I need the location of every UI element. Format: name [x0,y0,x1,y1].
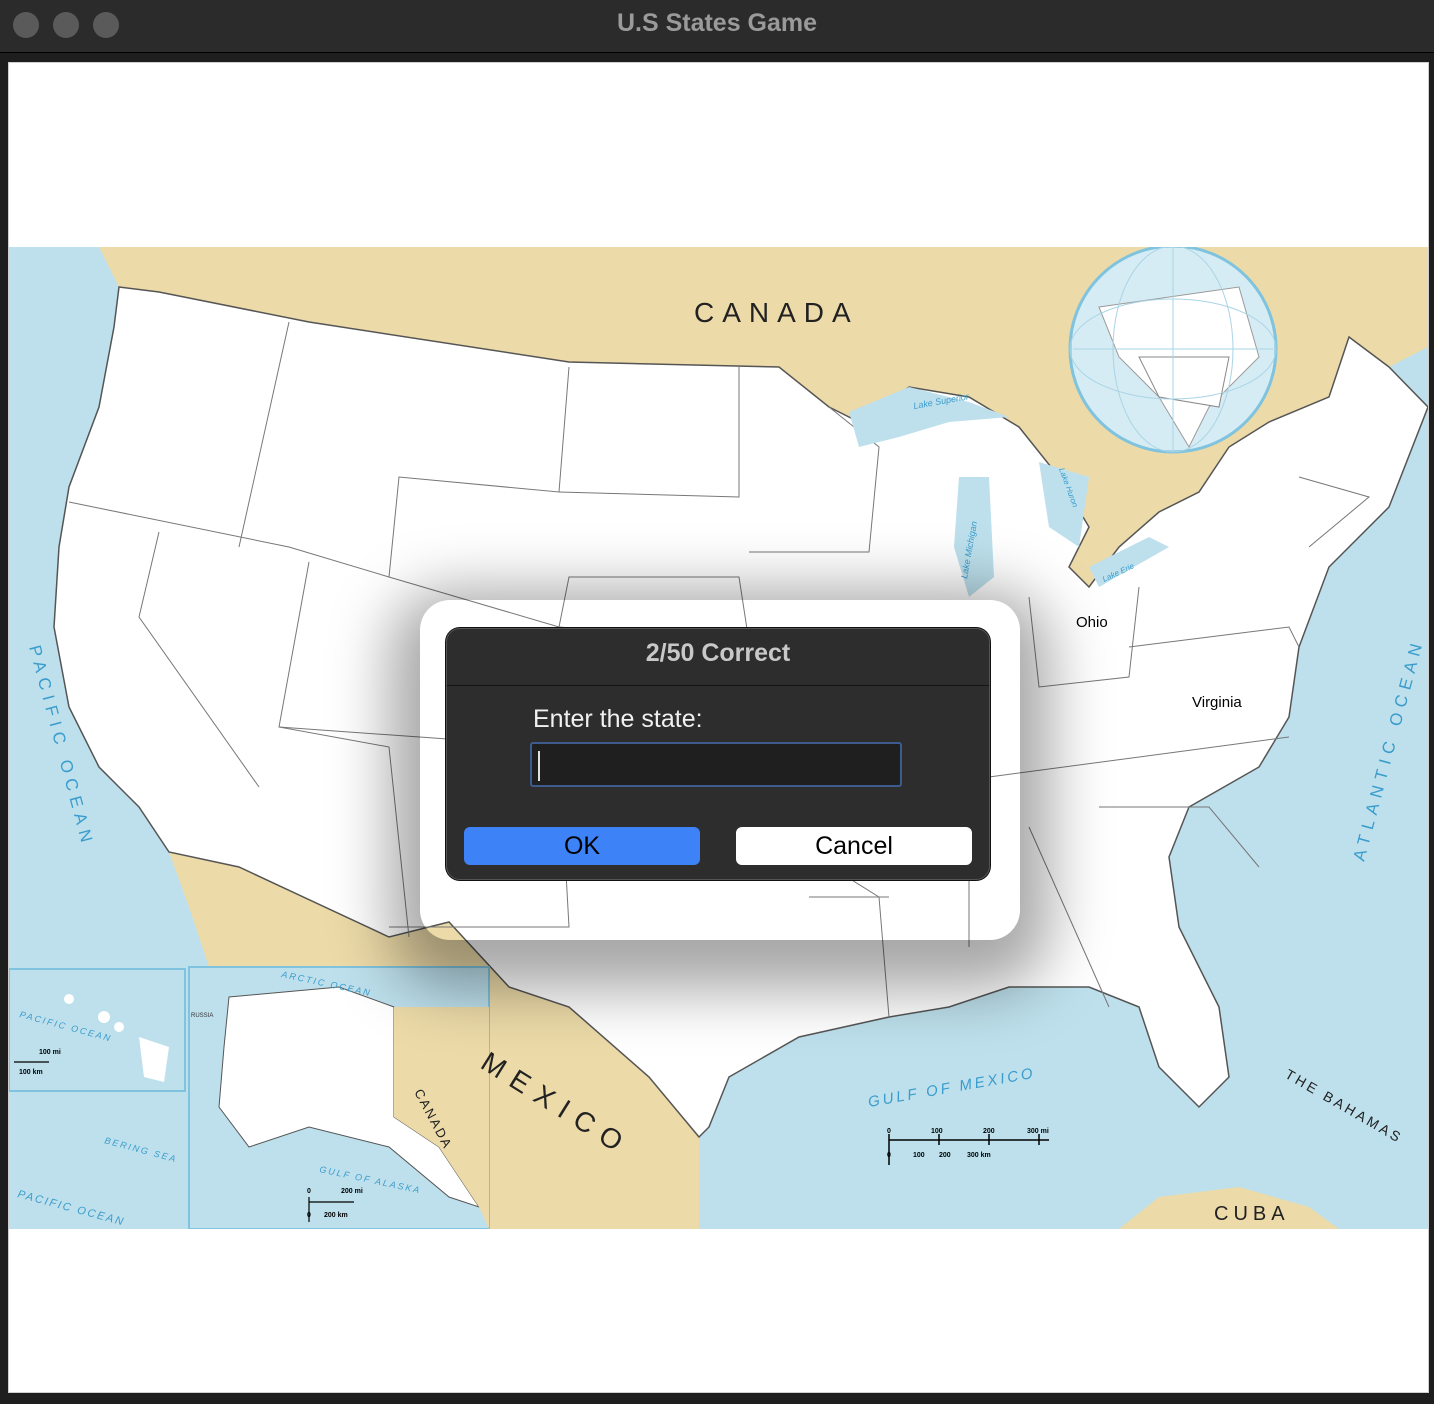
state-label-virginia: Virginia [1192,694,1242,711]
svg-text:100: 100 [931,1128,943,1135]
dialog-title: 2/50 Correct [645,639,791,667]
svg-text:100: 100 [913,1152,925,1159]
window-title: U.S States Game [616,9,818,37]
svg-text:200: 200 [939,1152,951,1159]
svg-text:200: 200 [983,1128,995,1135]
svg-text:100 mi: 100 mi [39,1049,61,1056]
svg-text:200 mi: 200 mi [341,1188,363,1195]
state-label-ohio: Ohio [1076,614,1108,631]
svg-text:0: 0 [887,1128,891,1135]
label-canada: CANADA [694,297,859,328]
dialog-prompt: Enter the state: [533,705,703,733]
state-input[interactable] [530,742,902,787]
ok-button[interactable]: OK [464,827,700,865]
svg-text:300 km: 300 km [967,1152,991,1159]
svg-text:100 km: 100 km [19,1069,43,1076]
cancel-button[interactable]: Cancel [736,827,972,865]
svg-text:200 km: 200 km [324,1212,348,1219]
label-russia: RUSSIA [191,1013,213,1019]
label-cuba: CUBA [1214,1203,1290,1225]
svg-text:0: 0 [887,1152,891,1159]
title-bar: U.S States Game [0,0,1434,53]
input-dialog: 2/50 Correct Enter the state: OK Cancel [446,628,990,880]
text-caret [538,751,540,781]
dialog-divider [447,685,989,686]
svg-text:0: 0 [307,1188,311,1195]
svg-text:300 mi: 300 mi [1027,1128,1049,1135]
